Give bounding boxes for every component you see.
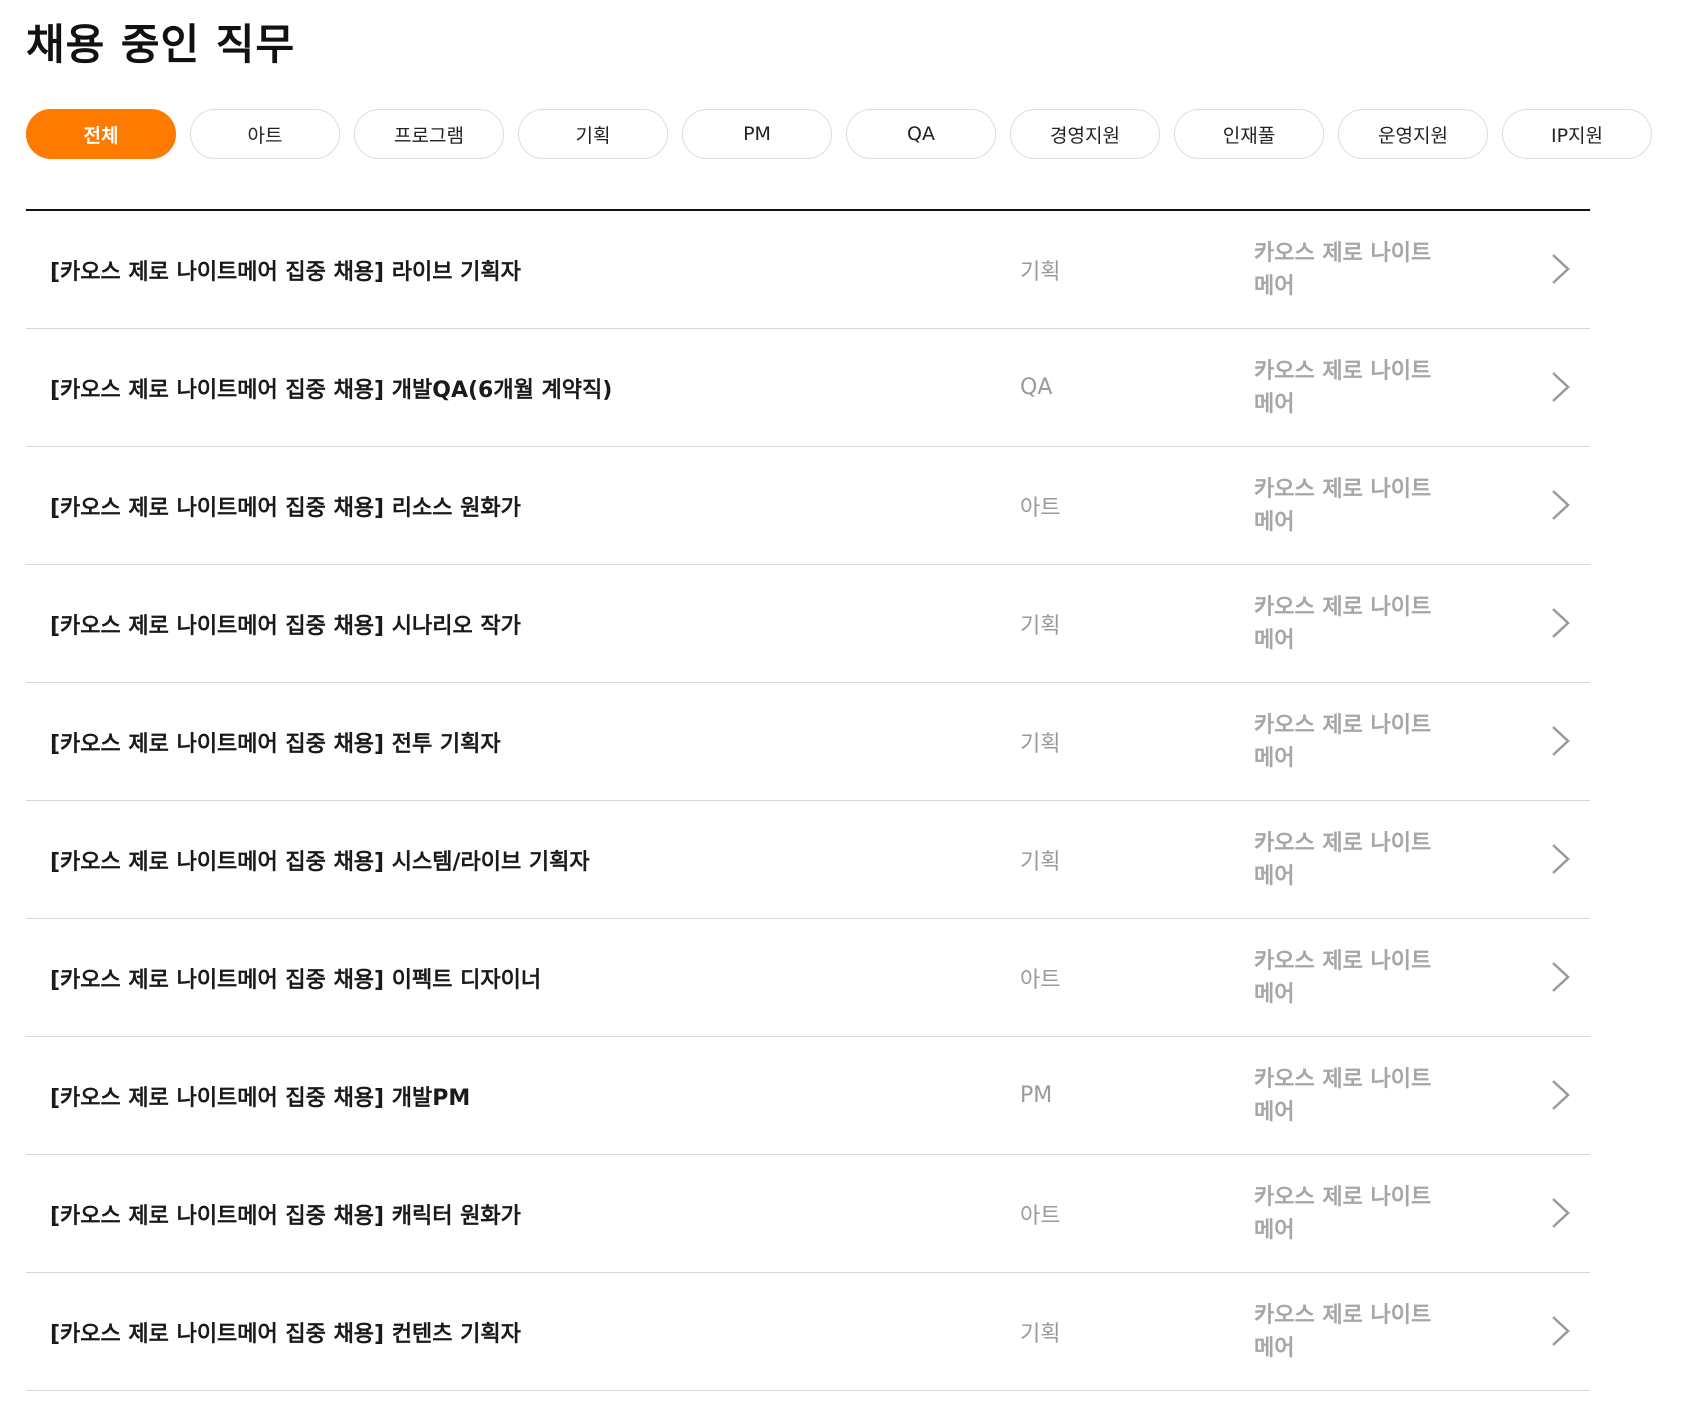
job-project: 카오스 제로 나이트메어 xyxy=(1254,476,1432,535)
chevron-right-icon[interactable] xyxy=(1544,842,1576,876)
chevron-right-icon[interactable] xyxy=(1544,1314,1576,1348)
chevron-right-icon[interactable] xyxy=(1544,606,1576,640)
job-row[interactable]: [카오스 제로 나이트메어 집중 채용] 개발PM PM 카오스 제로 나이트메… xyxy=(26,1037,1590,1155)
job-category: QA xyxy=(1020,375,1053,400)
tab-management-support[interactable]: 경영지원 xyxy=(1010,109,1160,159)
job-category: 기획 xyxy=(1020,1321,1061,1347)
job-title[interactable]: [카오스 제로 나이트메어 집중 채용] 전투 기획자 xyxy=(50,683,501,800)
job-row[interactable]: [카오스 제로 나이트메어 집중 채용] 리소스 원화가 아트 카오스 제로 나… xyxy=(26,447,1590,565)
job-row[interactable]: [카오스 제로 나이트메어 집중 채용] 개발QA(6개월 계약직) QA 카오… xyxy=(26,329,1590,447)
tab-art[interactable]: 아트 xyxy=(190,109,340,159)
job-category: 기획 xyxy=(1020,259,1061,285)
job-project: 카오스 제로 나이트메어 xyxy=(1254,240,1432,299)
job-project: 카오스 제로 나이트메어 xyxy=(1254,1066,1432,1125)
category-tabs: 전체 아트 프로그램 기획 PM QA 경영지원 인재풀 운영지원 IP지원 xyxy=(26,109,1652,159)
tab-planning[interactable]: 기획 xyxy=(518,109,668,159)
job-category: 아트 xyxy=(1020,1203,1061,1229)
job-category: 기획 xyxy=(1020,731,1061,757)
job-row[interactable]: [카오스 제로 나이트메어 집중 채용] 이펙트 디자이너 아트 카오스 제로 … xyxy=(26,919,1590,1037)
job-title[interactable]: [카오스 제로 나이트메어 집중 채용] 컨텐츠 기획자 xyxy=(50,1273,521,1390)
job-project: 카오스 제로 나이트메어 xyxy=(1254,1184,1432,1243)
job-title[interactable]: [카오스 제로 나이트메어 집중 채용] 시스템/라이브 기획자 xyxy=(50,801,590,918)
job-project: 카오스 제로 나이트메어 xyxy=(1254,594,1432,653)
chevron-right-icon[interactable] xyxy=(1544,370,1576,404)
job-title[interactable]: [카오스 제로 나이트메어 집중 채용] 리소스 원화가 xyxy=(50,447,521,564)
job-row[interactable]: [카오스 제로 나이트메어 집중 채용] 시스템/라이브 기획자 기획 카오스 … xyxy=(26,801,1590,919)
job-title[interactable]: [카오스 제로 나이트메어 집중 채용] 캐릭터 원화가 xyxy=(50,1155,521,1272)
job-category: 기획 xyxy=(1020,613,1061,639)
job-list: [카오스 제로 나이트메어 집중 채용] 라이브 기획자 기획 카오스 제로 나… xyxy=(26,209,1590,1391)
chevron-right-icon[interactable] xyxy=(1544,1078,1576,1112)
job-row[interactable]: [카오스 제로 나이트메어 집중 채용] 캐릭터 원화가 아트 카오스 제로 나… xyxy=(26,1155,1590,1273)
job-row[interactable]: [카오스 제로 나이트메어 집중 채용] 시나리오 작가 기획 카오스 제로 나… xyxy=(26,565,1590,683)
job-title[interactable]: [카오스 제로 나이트메어 집중 채용] 개발PM xyxy=(50,1037,470,1154)
job-title[interactable]: [카오스 제로 나이트메어 집중 채용] 개발QA(6개월 계약직) xyxy=(50,329,612,446)
job-category: 아트 xyxy=(1020,495,1061,521)
job-title[interactable]: [카오스 제로 나이트메어 집중 채용] 라이브 기획자 xyxy=(50,211,521,328)
chevron-right-icon[interactable] xyxy=(1544,960,1576,994)
job-project: 카오스 제로 나이트메어 xyxy=(1254,712,1432,771)
job-title[interactable]: [카오스 제로 나이트메어 집중 채용] 이펙트 디자이너 xyxy=(50,919,541,1036)
job-category: 기획 xyxy=(1020,849,1061,875)
job-title[interactable]: [카오스 제로 나이트메어 집중 채용] 시나리오 작가 xyxy=(50,565,521,682)
tab-qa[interactable]: QA xyxy=(846,109,996,159)
tab-ip-support[interactable]: IP지원 xyxy=(1502,109,1652,159)
tab-pm[interactable]: PM xyxy=(682,109,832,159)
tab-talent-pool[interactable]: 인재풀 xyxy=(1174,109,1324,159)
job-project: 카오스 제로 나이트메어 xyxy=(1254,948,1432,1007)
chevron-right-icon[interactable] xyxy=(1544,488,1576,522)
job-project: 카오스 제로 나이트메어 xyxy=(1254,830,1432,889)
job-project: 카오스 제로 나이트메어 xyxy=(1254,358,1432,417)
tab-all[interactable]: 전체 xyxy=(26,109,176,159)
tab-operations-support[interactable]: 운영지원 xyxy=(1338,109,1488,159)
chevron-right-icon[interactable] xyxy=(1544,724,1576,758)
job-project: 카오스 제로 나이트메어 xyxy=(1254,1302,1432,1361)
job-row[interactable]: [카오스 제로 나이트메어 집중 채용] 컨텐츠 기획자 기획 카오스 제로 나… xyxy=(26,1273,1590,1391)
job-category: 아트 xyxy=(1020,967,1061,993)
chevron-right-icon[interactable] xyxy=(1544,1196,1576,1230)
job-row[interactable]: [카오스 제로 나이트메어 집중 채용] 전투 기획자 기획 카오스 제로 나이… xyxy=(26,683,1590,801)
job-category: PM xyxy=(1020,1083,1053,1108)
job-row[interactable]: [카오스 제로 나이트메어 집중 채용] 라이브 기획자 기획 카오스 제로 나… xyxy=(26,211,1590,329)
tab-program[interactable]: 프로그램 xyxy=(354,109,504,159)
page-title: 채용 중인 직무 xyxy=(26,20,296,69)
chevron-right-icon[interactable] xyxy=(1544,252,1576,286)
